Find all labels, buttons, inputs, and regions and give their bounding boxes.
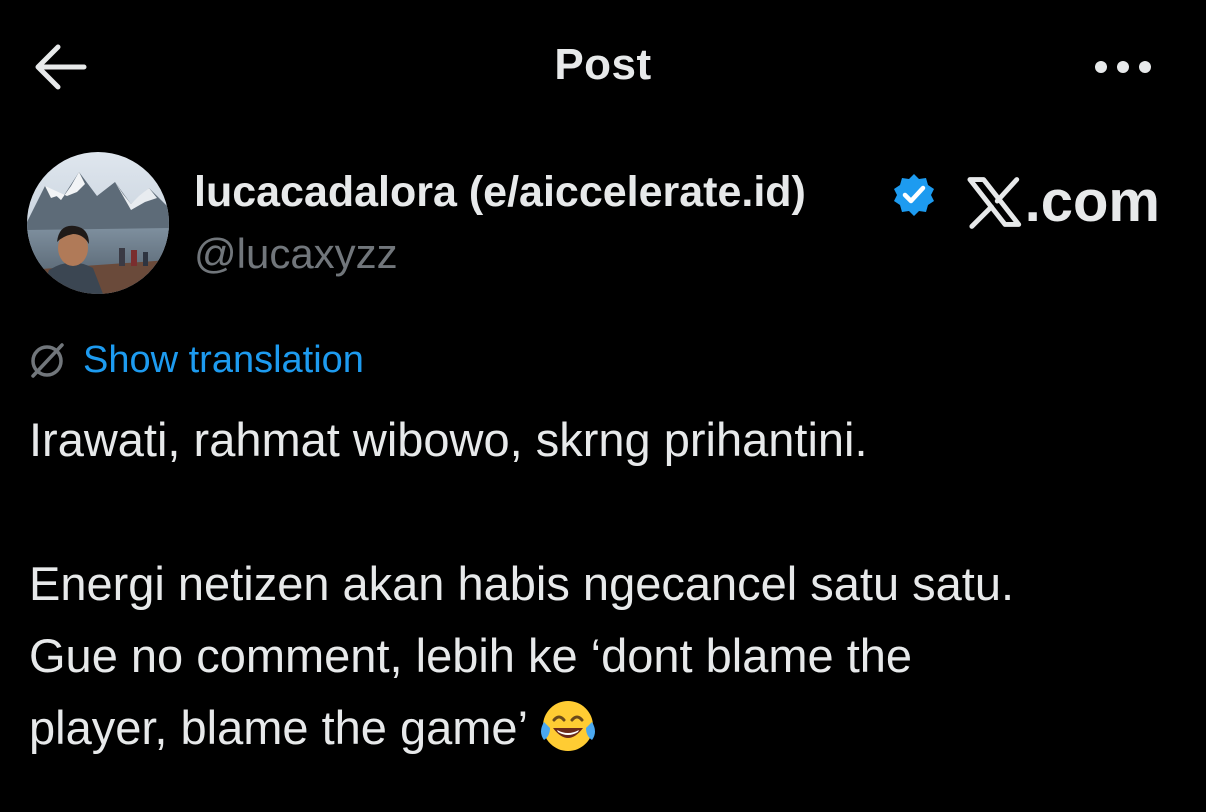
x-com-watermark: .com <box>966 170 1160 234</box>
x-logo-icon <box>967 177 1022 229</box>
globe-slash-icon <box>31 343 64 378</box>
author-handle[interactable]: @lucaxyzz <box>194 230 398 278</box>
post-line: Irawati, rahmat wibowo, skrng prihantini… <box>29 413 868 466</box>
post-line-last: player, blame the game’ <box>29 692 1189 764</box>
page-title: Post <box>554 40 652 89</box>
show-translation-button[interactable]: Show translation <box>27 336 364 384</box>
x-com-text: .com <box>1024 169 1160 234</box>
show-translation-label: Show translation <box>83 338 364 381</box>
avatar-photo <box>27 152 169 294</box>
face-with-tears-of-joy-icon <box>541 701 596 751</box>
verified-badge-icon <box>894 174 934 216</box>
more-horizontal-icon <box>1095 61 1151 73</box>
avatar[interactable] <box>27 152 169 294</box>
more-options-button[interactable] <box>1088 50 1158 84</box>
arrow-left-icon <box>35 44 87 90</box>
post-text: Irawati, rahmat wibowo, skrng prihantini… <box>29 404 1189 764</box>
post-line: Energi netizen akan habis ngecancel satu… <box>29 557 1015 610</box>
post-line-text: player, blame the game’ <box>29 701 529 754</box>
post-blank-line <box>29 476 1189 548</box>
author-display-name[interactable]: lucacadalora (e/aiccelerate.id) <box>194 168 806 217</box>
post-line: Gue no comment, lebih ke ‘dont blame the <box>29 629 913 682</box>
top-bar: Post <box>0 0 1206 134</box>
back-button[interactable] <box>30 42 88 92</box>
